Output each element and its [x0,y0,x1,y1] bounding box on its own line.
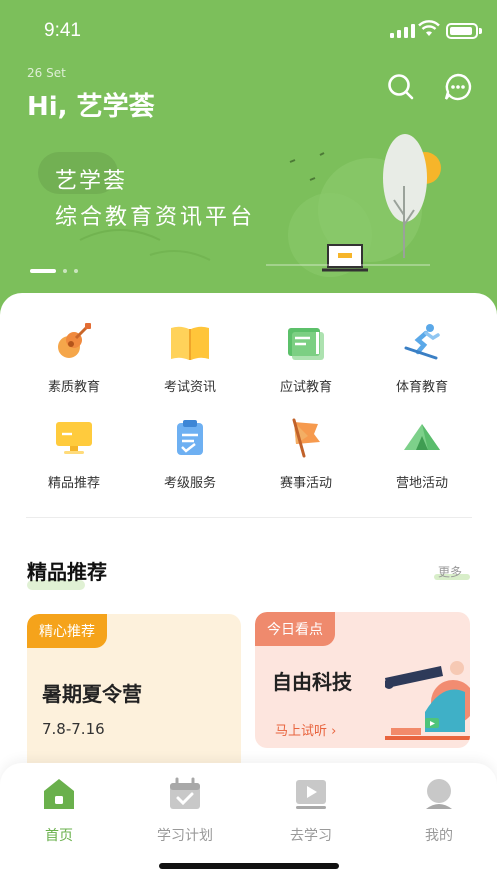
tab-go-study[interactable]: 去学习 [266,777,356,845]
header-banner: 9:41 26 Set Hi, 艺学荟 艺学荟 综合教育资讯平台 [0,0,497,330]
clipboard-icon [177,420,203,455]
home-indicator[interactable] [159,863,339,869]
banner-subtitle[interactable]: 综合教育资讯平台 [55,199,255,231]
status-time: 9:41 [44,20,81,41]
calendar-icon [170,777,200,809]
video-icon [296,780,326,809]
telescope-illustration [385,661,470,740]
tab-label: 我的 [425,828,453,844]
category-kaoji[interactable]: 考级服务 [140,416,240,491]
listen-now-link[interactable]: 马上试听 › [275,720,336,739]
category-jingpin[interactable]: 精品推荐 [24,416,124,491]
category-label: 应试教育 [279,380,332,395]
pagination-dot-active[interactable] [30,269,56,273]
tab-home[interactable]: 首页 [14,777,104,845]
book-icon [171,326,209,360]
guitar-icon [58,323,91,358]
category-label: 营地活动 [395,476,448,491]
home-icon [44,779,74,809]
pagination-dot[interactable] [74,269,78,273]
section-title: 精品推荐 [27,560,107,584]
category-kaoshi[interactable]: 考试资讯 [140,320,240,395]
pagination-dot[interactable] [63,269,67,273]
card-title: 暑期夏令营 [42,682,142,706]
category-label: 精品推荐 [47,476,100,491]
card-title: 自由科技 [272,670,352,694]
tab-label: 首页 [45,828,73,844]
tab-profile[interactable]: 我的 [394,777,484,845]
category-tiyu[interactable]: 体育教育 [372,320,472,395]
category-label: 考试资讯 [163,380,216,395]
wifi-icon [418,20,440,36]
category-label: 考级服务 [163,476,216,491]
featured-card-tech[interactable]: 今日看点 自由科技 马上试听 › [255,612,470,748]
status-bar: 9:41 [0,0,497,60]
more-link[interactable]: 更多 [438,563,462,580]
monitor-icon [56,422,92,454]
battery-icon [446,23,478,39]
tab-study-plan[interactable]: 学习计划 [140,777,230,845]
profile-icon [426,779,452,809]
signal-icon [390,24,415,38]
tab-label: 去学习 [290,828,332,844]
category-saishi[interactable]: 赛事活动 [256,416,356,491]
category-suzhi[interactable]: 素质教育 [24,320,124,395]
card-tag: 今日看点 [255,612,335,646]
tent-icon [404,424,440,450]
message-icon[interactable] [443,72,473,102]
date-label: 26 Set [27,66,66,80]
tab-label: 学习计划 [157,828,213,844]
skier-icon [404,324,440,360]
card-tag: 精心推荐 [27,614,107,648]
category-label: 体育教育 [395,380,448,395]
category-yingdi[interactable]: 营地活动 [372,416,472,491]
notebook-icon [288,328,324,360]
category-yingshi[interactable]: 应试教育 [256,320,356,395]
greeting-title: Hi, 艺学荟 [27,92,155,122]
search-icon[interactable] [386,72,416,102]
category-label: 赛事活动 [279,476,332,491]
section-divider [26,517,472,518]
banner-pagination [30,269,78,273]
featured-card-summer-camp[interactable]: 精心推荐 暑期夏令营 7.8-7.16 [27,614,241,774]
flag-icon [292,418,320,458]
banner-title[interactable]: 艺学荟 [55,163,127,195]
category-label: 素质教育 [47,380,100,395]
card-date: 7.8-7.16 [42,720,105,738]
battery-tip [479,28,482,34]
